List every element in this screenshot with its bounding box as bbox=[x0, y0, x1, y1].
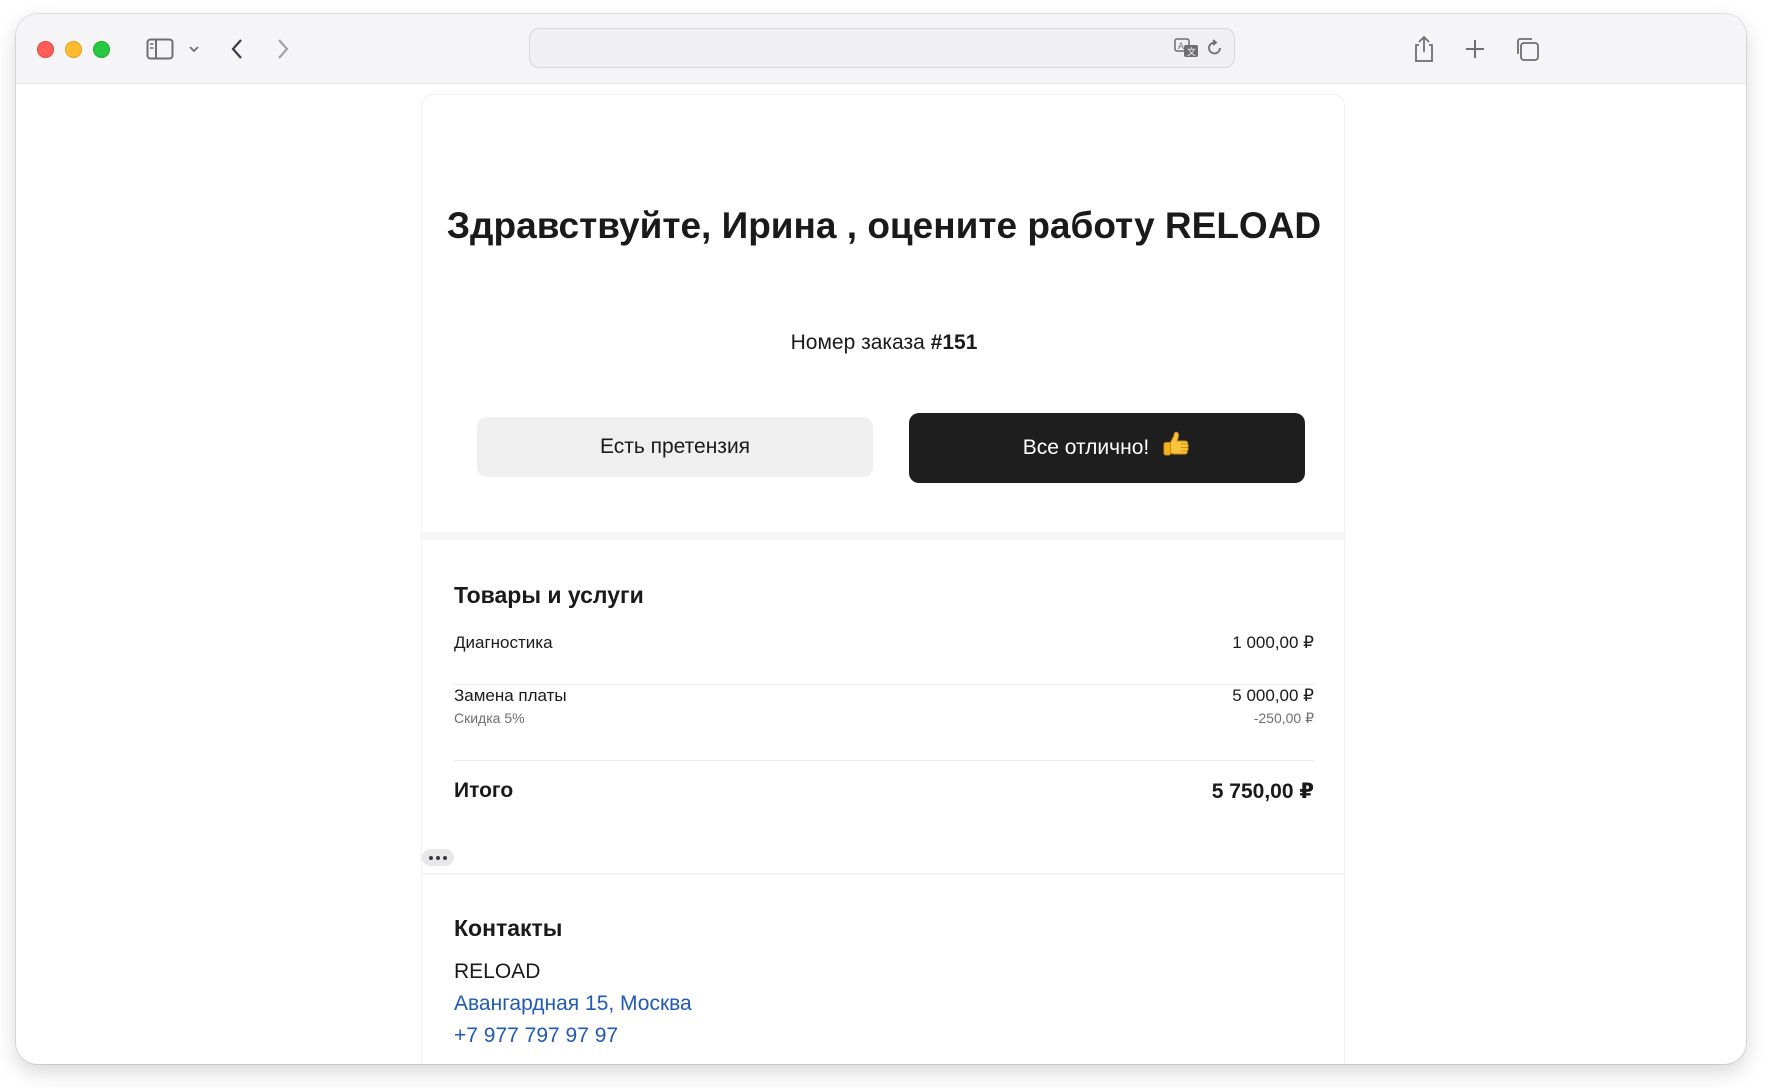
page-title: Здравствуйте, Ирина , оцените работу REL… bbox=[446, 205, 1322, 246]
goods-panel: Товары и услуги Диагностика 1 000,00 ₽ З… bbox=[421, 540, 1345, 873]
ellipsis-icon[interactable] bbox=[422, 849, 454, 866]
list-item: Замена платы 5 000,00 ₽ Скидка 5% -250,0… bbox=[454, 686, 1314, 761]
section-divider bbox=[421, 532, 1345, 540]
all-good-button[interactable]: Все отлично! bbox=[909, 413, 1305, 483]
page-content: Здравствуйте, Ирина , оцените работу REL… bbox=[16, 84, 1746, 1064]
svg-text:A: A bbox=[1178, 41, 1184, 51]
forward-icon[interactable] bbox=[272, 32, 294, 66]
contacts-title: Контакты bbox=[454, 915, 563, 941]
claim-button-label: Есть претензия bbox=[599, 435, 751, 458]
reload-icon[interactable] bbox=[1206, 38, 1224, 63]
item-discount-note: Скидка 5% bbox=[454, 710, 525, 726]
chevron-down-icon[interactable] bbox=[185, 32, 203, 66]
rating-panel: Здравствуйте, Ирина , оцените работу REL… bbox=[421, 94, 1345, 532]
browser-window: A文 Здравствуйте, Ирина , оцените работу … bbox=[16, 14, 1746, 1064]
sidebar-icon[interactable] bbox=[144, 32, 176, 66]
all-good-button-label: Все отлично! bbox=[1022, 436, 1150, 459]
item-name: Замена платы bbox=[454, 686, 567, 705]
tab-overview-icon[interactable] bbox=[1513, 32, 1541, 66]
total-value: 5 750,00 ₽ bbox=[1211, 780, 1314, 803]
goods-title: Товары и услуги bbox=[454, 582, 644, 608]
close-window-button[interactable] bbox=[37, 41, 54, 58]
contacts-panel: Контакты RELOAD Авангардная 15, Москва +… bbox=[421, 875, 1345, 1064]
svg-text:文: 文 bbox=[1187, 46, 1196, 57]
address-bar[interactable]: A文 bbox=[529, 28, 1235, 68]
item-discount-value: -250,00 ₽ bbox=[1253, 710, 1314, 726]
phone-link[interactable]: +7 977 797 97 97 bbox=[454, 1024, 618, 1048]
thumbs-up-icon bbox=[1161, 430, 1191, 466]
browser-toolbar: A文 bbox=[16, 14, 1746, 84]
new-tab-icon[interactable] bbox=[1462, 32, 1488, 66]
minimize-window-button[interactable] bbox=[65, 41, 82, 58]
item-name: Диагностика bbox=[454, 633, 553, 652]
list-item: Диагностика 1 000,00 ₽ bbox=[454, 633, 1314, 685]
order-number-value: #151 bbox=[930, 331, 978, 354]
back-icon[interactable] bbox=[226, 32, 248, 66]
item-price: 1 000,00 ₽ bbox=[1232, 633, 1314, 652]
order-number: Номер заказа #151 bbox=[422, 331, 1346, 355]
total-label: Итого bbox=[454, 779, 514, 802]
address-link[interactable]: Авангардная 15, Москва bbox=[454, 992, 692, 1016]
company-name: RELOAD bbox=[454, 960, 541, 983]
email-card: Здравствуйте, Ирина , оцените работу REL… bbox=[421, 94, 1345, 1064]
maximize-window-button[interactable] bbox=[93, 41, 110, 58]
total-row: Итого 5 750,00 ₽ bbox=[454, 762, 1314, 832]
order-number-label: Номер заказа bbox=[790, 331, 931, 354]
translate-icon[interactable]: A文 bbox=[1174, 38, 1200, 63]
item-price: 5 000,00 ₽ bbox=[1232, 686, 1314, 705]
claim-button[interactable]: Есть претензия bbox=[477, 417, 873, 477]
share-icon[interactable] bbox=[1411, 32, 1437, 66]
